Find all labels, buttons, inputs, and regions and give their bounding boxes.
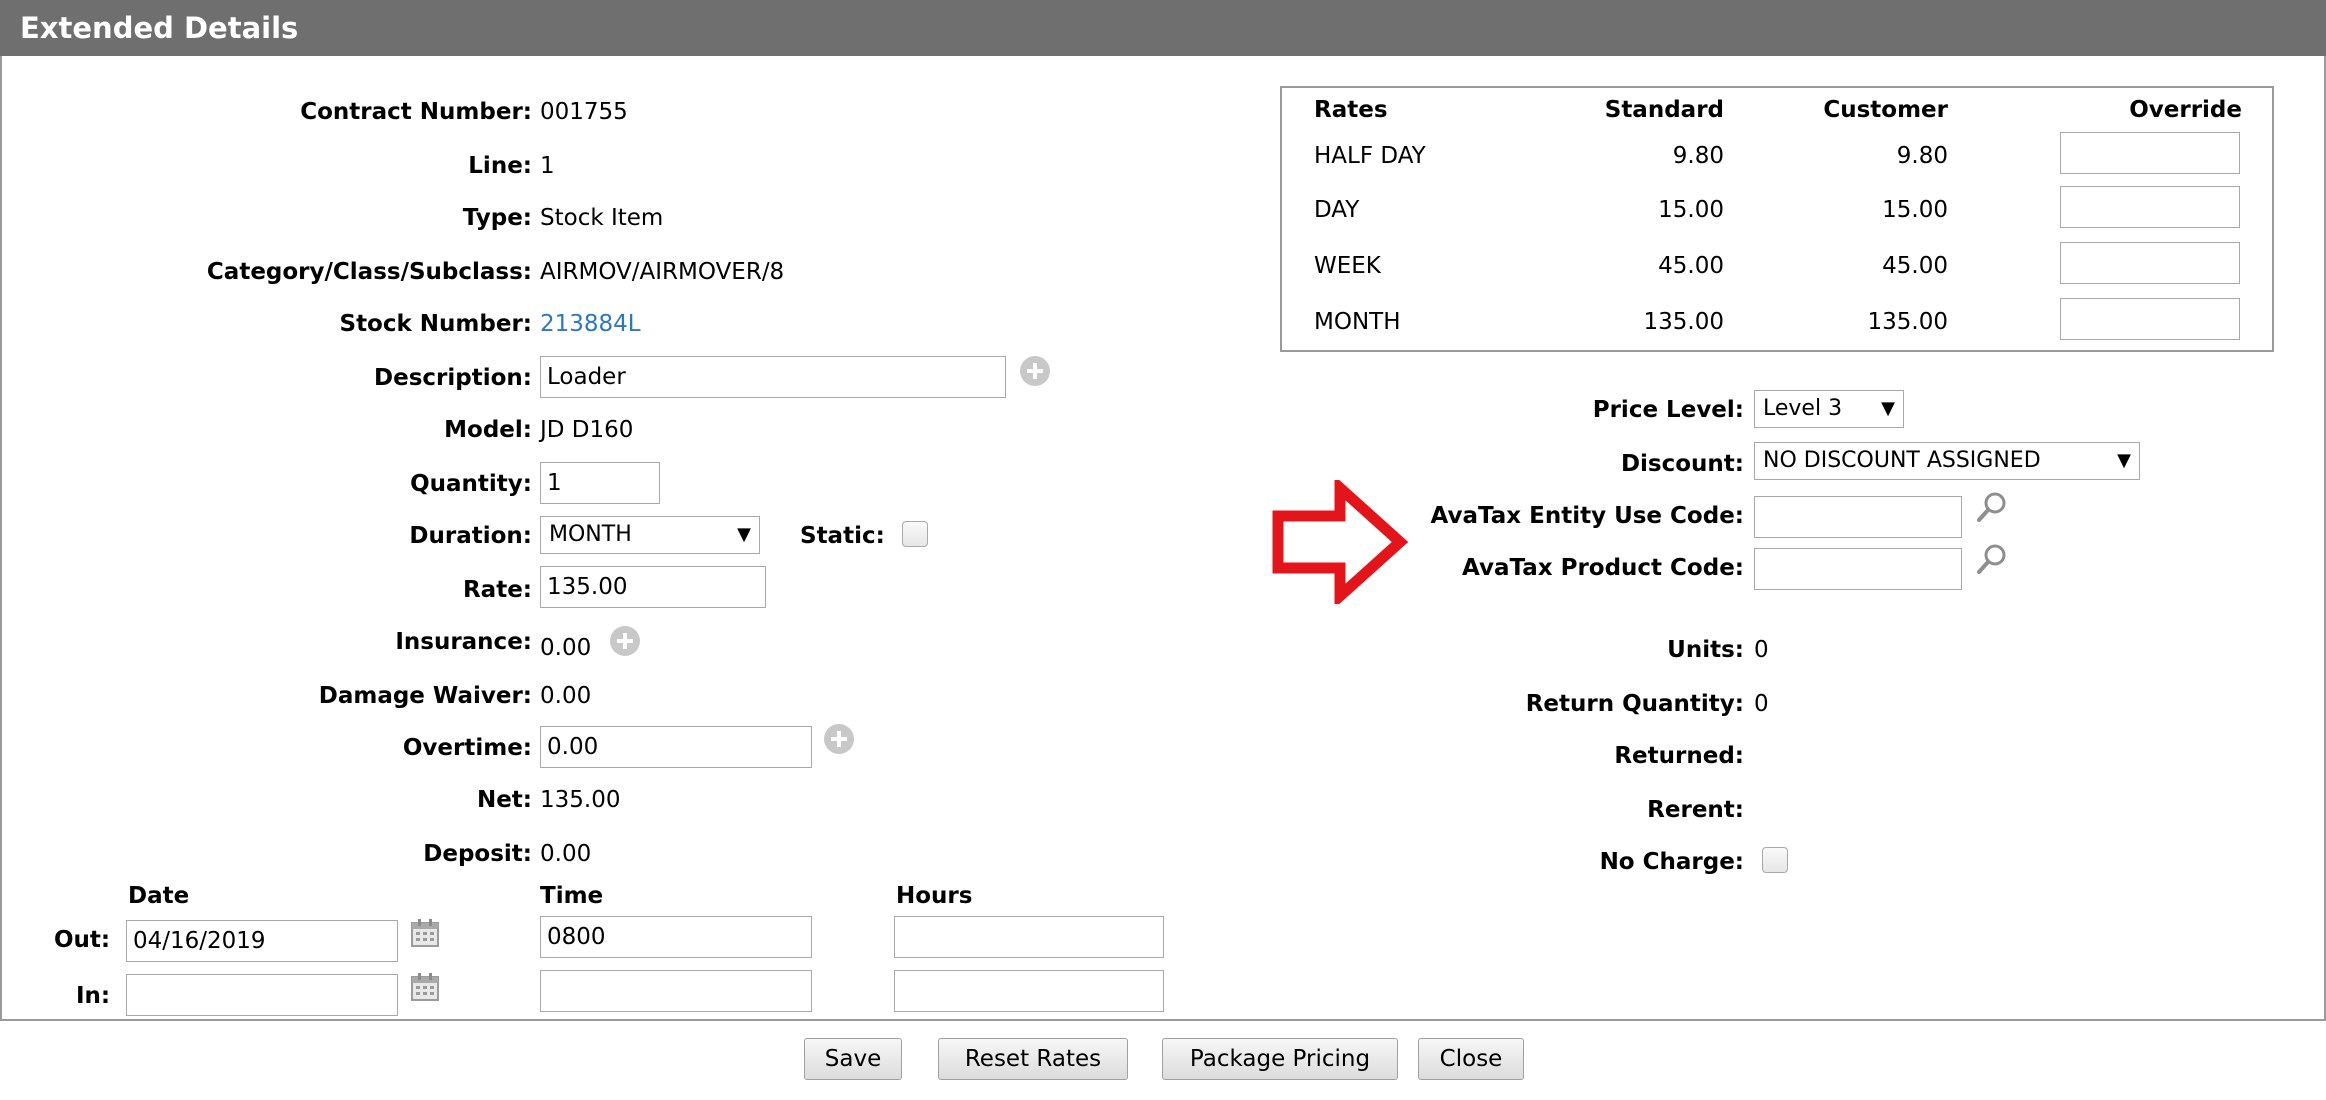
reset-rates-button[interactable]: Reset Rates: [938, 1038, 1128, 1080]
extended-details-window: Extended Details Contract Number: 001755…: [0, 0, 2326, 1100]
details-panel: [0, 56, 2326, 1021]
close-button[interactable]: Close: [1418, 1038, 1524, 1080]
save-button[interactable]: Save: [804, 1038, 902, 1080]
package-pricing-button[interactable]: Package Pricing: [1162, 1038, 1398, 1080]
header-bar: Extended Details: [0, 0, 2326, 56]
header-title: Extended Details: [20, 11, 299, 45]
